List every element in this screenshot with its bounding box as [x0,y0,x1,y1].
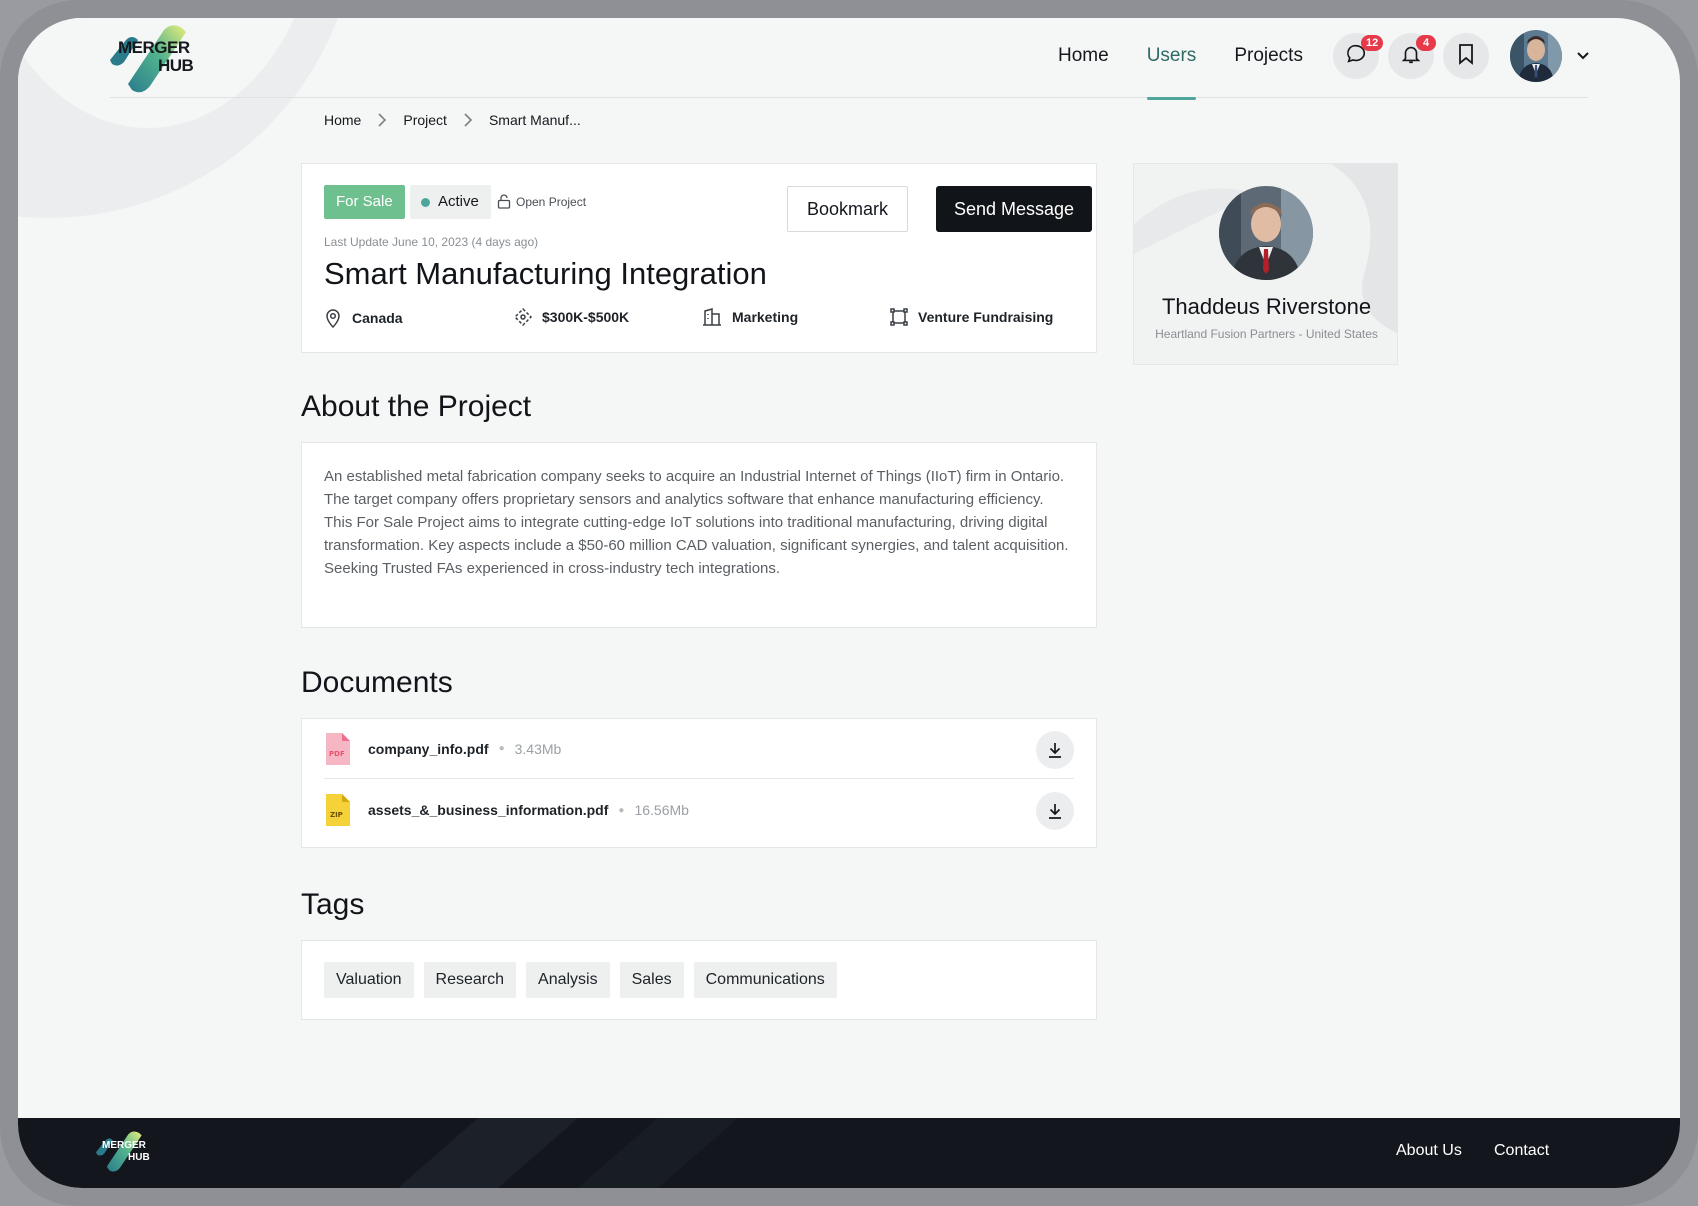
document-row[interactable]: PDF company_info.pdf ● 3.43Mb [324,719,1074,779]
open-project-text: Open Project [516,194,587,209]
send-message-button[interactable]: Send Message [936,186,1092,232]
chevron-right-icon [377,113,387,127]
nav-home[interactable]: Home [1058,18,1109,98]
for-sale-badge: For Sale [324,185,405,219]
logo-text-merger: MERGER [118,38,190,57]
tags-heading: Tags [301,888,365,921]
documents-heading: Documents [301,666,453,699]
document-name[interactable]: company_info.pdf [368,741,489,757]
location-meta: Canada [324,308,403,328]
footer-contact-link[interactable]: Contact [1494,1142,1549,1160]
budget-value: $300K-$500K [542,309,630,325]
footer: MERGER HUB About Us Contact [18,1118,1680,1188]
tag-chip[interactable]: Research [423,962,517,998]
owner-name[interactable]: Thaddeus Riverstone [1134,294,1397,320]
svg-text:PDF: PDF [329,750,345,758]
about-card: An established metal fabrication company… [301,442,1097,628]
owner-profile-card[interactable]: Thaddeus Riverstone Heartland Fusion Par… [1133,163,1398,365]
tag-chip[interactable]: Analysis [526,962,610,998]
notifications-count-badge: 4 [1416,35,1436,51]
document-size: 16.56Mb [634,802,689,818]
messages-button[interactable]: 12 [1333,33,1384,79]
footer-about-link[interactable]: About Us [1396,1142,1462,1160]
footer-logo-text-merger: MERGER [102,1140,146,1151]
open-project-label: Open Project [497,194,586,209]
footer-logo-text-hub: HUB [128,1152,150,1163]
about-paragraph-2: This For Sale Project aims to integrate … [324,514,1069,577]
document-size: 3.43Mb [514,740,562,757]
about-paragraph-1: An established metal fabrication company… [324,468,1065,508]
messages-count-badge: 12 [1361,35,1384,51]
document-row[interactable]: ZIP assets_&_business_information.pdf ● … [324,780,1074,840]
zip-file-icon: ZIP [324,794,350,826]
bookmark-button[interactable]: Bookmark [787,186,908,232]
breadcrumb-project[interactable]: Project [403,112,447,128]
project-type-meta: Venture Fundraising [890,308,1053,326]
project-title: Smart Manufacturing Integration [324,256,767,291]
download-icon [1046,741,1064,759]
building-icon [702,308,732,326]
download-button[interactable] [1036,731,1074,769]
footer-logo[interactable]: MERGER HUB [96,1128,166,1180]
owner-avatar[interactable] [1219,186,1313,280]
separator-dot: ● [498,743,505,754]
merger-hub-logo[interactable]: MERGER HUB [110,22,210,94]
location-value: Canada [352,310,403,326]
tag-chip[interactable]: Communications [693,962,837,998]
project-type-value: Venture Fundraising [918,309,1054,325]
top-header: MERGER HUB Home Users Projects 12 4 [110,18,1590,100]
tags-card: Valuation Research Analysis Sales Commun… [301,940,1097,1020]
device-frame: MERGER HUB Home Users Projects 12 4 Home… [0,0,1698,1206]
bookmark-icon [1456,43,1476,70]
frame-icon [890,308,918,326]
industry-meta: Marketing [702,308,798,326]
notifications-button[interactable]: 4 [1388,33,1436,79]
saved-button[interactable] [1443,33,1489,79]
pdf-file-icon: PDF [324,732,350,765]
unlock-icon [497,194,511,209]
budget-meta: $300K-$500K [514,308,629,326]
price-tag-icon [514,308,542,326]
breadcrumb-current: Smart Manuf... [488,112,581,128]
download-button[interactable] [1036,792,1074,830]
last-update-text: Last Update June 10, 2023 (4 days ago) [324,235,539,249]
main-nav: Home Users Projects [1058,18,1341,100]
nav-users[interactable]: Users [1146,18,1196,100]
owner-company: Heartland Fusion Partners - United State… [1155,327,1378,341]
separator-dot: ● [618,804,625,816]
tag-chip[interactable]: Valuation [324,962,414,998]
logo-text-hub: HUB [158,56,194,75]
chevron-right-icon [463,113,473,127]
project-summary-card: For Sale Active Open Project Bookmark Se… [301,163,1097,353]
document-name[interactable]: assets_&_business_information.pdf [368,802,608,818]
tag-chip[interactable]: Sales [619,962,684,998]
chevron-down-icon[interactable] [1576,48,1590,66]
user-avatar[interactable] [1510,30,1562,82]
location-pin-icon [324,308,352,328]
active-status-badge: Active [410,185,491,219]
breadcrumb: Home Project Smart Manuf... [324,112,581,128]
about-heading: About the Project [301,390,532,423]
svg-text:ZIP: ZIP [330,811,343,819]
download-icon [1046,802,1064,820]
industry-value: Marketing [732,309,799,325]
documents-card: PDF company_info.pdf ● 3.43Mb ZIP assets… [301,718,1097,848]
nav-projects[interactable]: Projects [1234,18,1303,98]
app-screen: MERGER HUB Home Users Projects 12 4 Home… [18,18,1680,1188]
breadcrumb-home[interactable]: Home [324,112,361,128]
